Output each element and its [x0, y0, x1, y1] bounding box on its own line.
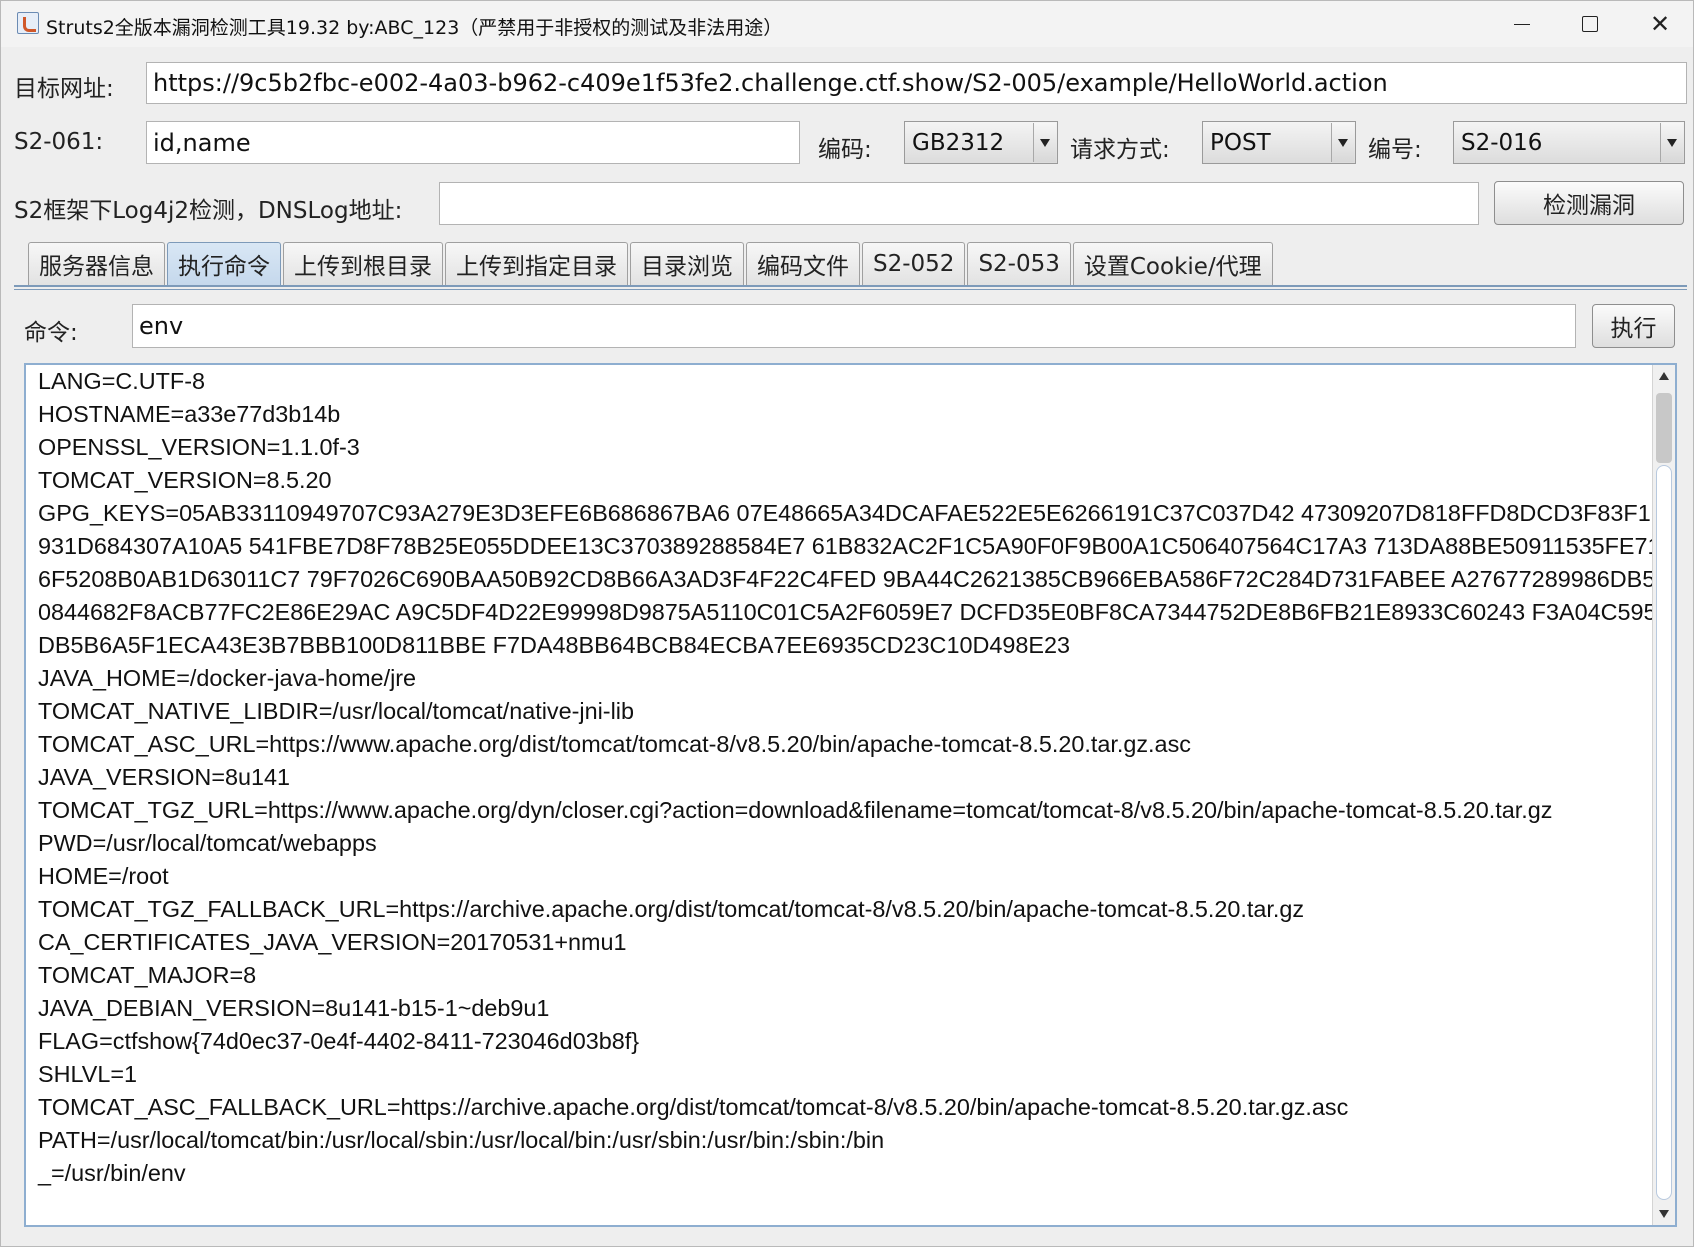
maximize-icon [1582, 16, 1598, 32]
tab-server-info[interactable]: 服务器信息 [28, 242, 165, 285]
encoding-label: 编码: [818, 137, 872, 163]
dnslog-input[interactable] [439, 182, 1479, 225]
chevron-down-icon[interactable] [1660, 123, 1683, 162]
java-app-icon [17, 12, 39, 34]
output-line: TOMCAT_ASC_URL=https://www.apache.org/di… [38, 731, 1191, 757]
scroll-down-icon[interactable] [1653, 1203, 1675, 1225]
output-line: TOMCAT_TGZ_FALLBACK_URL=https://archive.… [38, 896, 1305, 922]
method-value: POST [1210, 129, 1271, 156]
vuln-id-select[interactable]: S2-016 [1453, 121, 1685, 164]
encoding-value: GB2312 [912, 129, 1005, 156]
tab-bar: 服务器信息 执行命令 上传到根目录 上传到指定目录 目录浏览 编码文件 S2-0… [28, 242, 1275, 286]
vuln-id-value: S2-016 [1461, 129, 1543, 156]
app-window: Struts2全版本漏洞检测工具19.32 by:ABC_123（严禁用于非授权… [0, 0, 1694, 1247]
method-label: 请求方式: [1070, 137, 1170, 163]
execute-button[interactable]: 执行 [1592, 304, 1675, 348]
output-line: OPENSSL_VERSION=1.1.0f-3 [38, 434, 360, 460]
tab-divider [14, 285, 1687, 287]
output-line: TOMCAT_ASC_FALLBACK_URL=https://archive.… [38, 1094, 1349, 1120]
target-url-input[interactable]: https://9c5b2fbc-e002-4a03-b962-c409e1f5… [146, 62, 1687, 104]
tab-s2-052[interactable]: S2-052 [862, 242, 966, 285]
output-line: PWD=/usr/local/tomcat/webapps [38, 830, 377, 856]
output-scrollbar[interactable] [1652, 365, 1675, 1225]
output-line: FLAG=ctfshow{74d0ec37-0e4f-4402-8411-723… [38, 1028, 640, 1054]
output-line: TOMCAT_MAJOR=8 [38, 962, 257, 988]
scroll-up-icon[interactable] [1653, 365, 1675, 387]
command-input[interactable]: env [132, 304, 1576, 348]
output-textarea[interactable]: LANG=C.UTF-8 HOSTNAME=a33e77d3b14b OPENS… [24, 363, 1677, 1227]
tab-s2-053[interactable]: S2-053 [967, 242, 1071, 285]
chevron-down-icon[interactable] [1033, 123, 1056, 162]
output-line: PATH=/usr/local/tomcat/bin:/usr/local/sb… [38, 1127, 885, 1153]
command-label: 命令: [24, 320, 78, 346]
vuln-id-label: 编号: [1368, 137, 1422, 163]
output-line: JAVA_DEBIAN_VERSION=8u141-b15-1~deb9u1 [38, 995, 550, 1021]
output-line: HOSTNAME=a33e77d3b14b [38, 401, 341, 427]
output-line: JAVA_VERSION=8u141 [38, 764, 291, 790]
output-line: CA_CERTIFICATES_JAVA_VERSION=20170531+nm… [38, 929, 627, 955]
s2-061-label: S2-061: [14, 129, 104, 155]
output-line: TOMCAT_NATIVE_LIBDIR=/usr/local/tomcat/n… [38, 698, 634, 724]
output-line: SHLVL=1 [38, 1061, 138, 1087]
output-line: TOMCAT_TGZ_URL=https://www.apache.org/dy… [38, 797, 1553, 823]
close-icon: ✕ [1649, 10, 1671, 38]
tab-upload-dir[interactable]: 上传到指定目录 [445, 242, 628, 285]
maximize-button[interactable] [1555, 1, 1625, 47]
target-url-label: 目标网址: [14, 76, 114, 102]
method-select[interactable]: POST [1202, 121, 1356, 164]
detect-vuln-button[interactable]: 检测漏洞 [1494, 181, 1684, 225]
output-line: LANG=C.UTF-8 [38, 368, 206, 394]
scroll-thumb[interactable] [1656, 393, 1672, 463]
minimize-button[interactable] [1487, 1, 1557, 47]
tab-execute-command[interactable]: 执行命令 [167, 242, 281, 285]
minimize-icon [1514, 23, 1530, 25]
window-title: Struts2全版本漏洞检测工具19.32 by:ABC_123（严禁用于非授权… [46, 17, 783, 39]
tab-cookie-proxy[interactable]: 设置Cookie/代理 [1072, 242, 1273, 285]
close-button[interactable]: ✕ [1625, 1, 1694, 47]
output-text[interactable]: LANG=C.UTF-8 HOSTNAME=a33e77d3b14b OPENS… [38, 365, 1663, 1190]
tab-dir-browse[interactable]: 目录浏览 [630, 242, 744, 285]
tab-divider-lower [14, 289, 1687, 290]
chevron-down-icon[interactable] [1331, 123, 1354, 162]
scroll-track[interactable] [1656, 465, 1672, 1200]
title-bar[interactable]: Struts2全版本漏洞检测工具19.32 by:ABC_123（严禁用于非授权… [1, 1, 1693, 47]
s2-061-input[interactable]: id,name [146, 121, 800, 164]
tab-upload-root[interactable]: 上传到根目录 [283, 242, 443, 285]
encoding-select[interactable]: GB2312 [904, 121, 1058, 164]
log4j-label: S2框架下Log4j2检测，DNSLog地址: [14, 198, 403, 224]
output-line: _=/usr/bin/env [38, 1160, 186, 1186]
output-line: GPG_KEYS=05AB33110949707C93A279E3D3EFE6B… [38, 500, 1661, 658]
tab-encode-file[interactable]: 编码文件 [746, 242, 860, 285]
output-line: HOME=/root [38, 863, 169, 889]
output-line: JAVA_HOME=/docker-java-home/jre [38, 665, 417, 691]
output-line: TOMCAT_VERSION=8.5.20 [38, 467, 332, 493]
